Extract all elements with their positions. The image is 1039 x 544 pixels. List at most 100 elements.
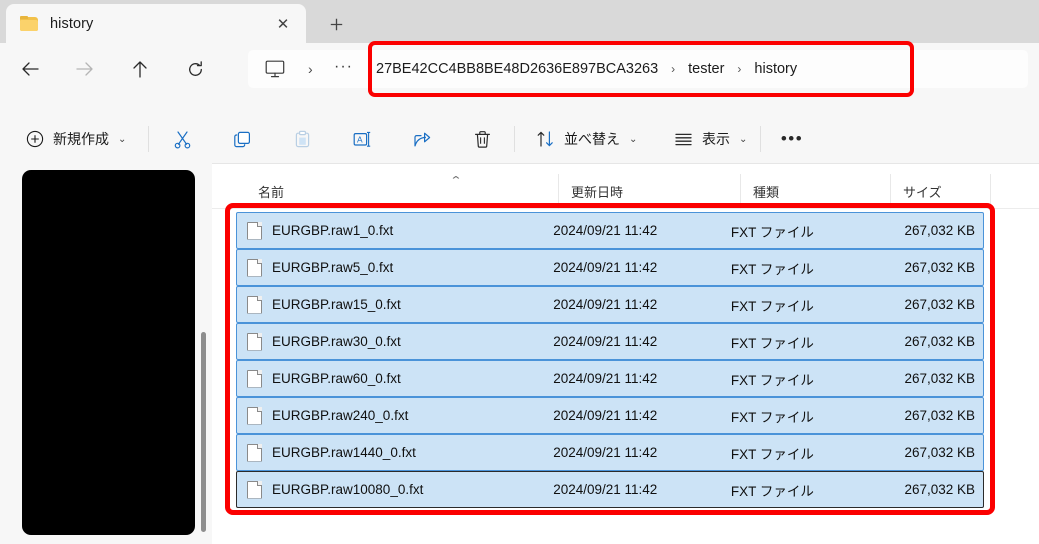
rename-icon: A: [352, 130, 373, 149]
column-header-size[interactable]: サイズ: [890, 174, 990, 209]
sort-arrows-icon: [536, 130, 555, 148]
file-type: FXT ファイル: [730, 224, 814, 240]
tab-strip: history ✕: [0, 0, 1039, 43]
file-type: FXT ファイル: [730, 335, 814, 351]
tab-history[interactable]: history ✕: [6, 4, 306, 43]
table-row[interactable]: EURGBP.raw1_0.fxt 2024/09/21 11:42 FXT ファイ…: [236, 212, 984, 249]
file-date: 2024/09/21 11:42: [553, 334, 658, 349]
toolbar-divider: [514, 126, 515, 152]
table-row[interactable]: EURGBP.raw10080_0.fxt 2024/09/21 11:42 FXT…: [236, 471, 984, 508]
monitor-icon[interactable]: [265, 60, 285, 78]
sort-ascending-caret-icon: ⌃: [449, 175, 463, 187]
chevron-down-icon[interactable]: ⌄: [118, 134, 126, 145]
copy-icon: [233, 130, 252, 149]
table-row[interactable]: EURGBP.raw1440_0.fxt 2024/09/21 11:42 FXT …: [236, 434, 984, 471]
file-date: 2024/09/21 11:42: [553, 482, 658, 497]
file-type: FXT ファイル: [730, 261, 814, 277]
file-name: EURGBP.raw15_0.fxt: [272, 297, 401, 312]
column-header-date-label: 更新日時: [571, 185, 624, 200]
file-size: 267,032 KB: [904, 334, 975, 349]
table-row[interactable]: EURGBP.raw15_0.fxt 2024/09/21 11:42 FXT ファ…: [236, 286, 984, 323]
file-icon: [247, 221, 262, 240]
file-icon: [247, 369, 262, 388]
table-row[interactable]: EURGBP.raw30_0.fxt 2024/09/21 11:42 FXT ファ…: [236, 323, 984, 360]
view-button[interactable]: 表示 ⌄: [666, 123, 755, 155]
file-icon: [247, 295, 262, 314]
refresh-button[interactable]: [178, 52, 212, 86]
trash-icon: [473, 130, 492, 149]
list-view-icon: [674, 131, 693, 148]
column-header-date[interactable]: 更新日時: [558, 174, 740, 209]
arrow-left-icon: [22, 62, 39, 76]
file-date: 2024/09/21 11:42: [553, 445, 658, 460]
ellipsis-icon: •••: [780, 129, 804, 148]
file-date: 2024/09/21 11:42: [553, 260, 658, 275]
view-button-label: 表示: [702, 131, 730, 147]
sort-button[interactable]: 並べ替え ⌄: [528, 123, 645, 155]
navigation-pane-scrollbar[interactable]: [201, 332, 206, 532]
file-icon: [247, 258, 262, 277]
file-name: EURGBP.raw5_0.fxt: [272, 260, 394, 275]
file-list: EURGBP.raw1_0.fxt 2024/09/21 11:42 FXT ファイ…: [236, 212, 984, 508]
new-button[interactable]: 新規作成 ⌄: [18, 123, 134, 155]
rename-button[interactable]: A: [342, 123, 382, 155]
scissors-icon: [173, 130, 192, 149]
column-header-name[interactable]: 名前 ⌃: [246, 174, 558, 209]
sort-button-label: 並べ替え: [564, 131, 620, 147]
plus-icon: [330, 18, 342, 30]
file-size: 267,032 KB: [904, 260, 975, 275]
file-name: EURGBP.raw1440_0.fxt: [272, 445, 416, 460]
copy-button[interactable]: [222, 123, 262, 155]
chevron-down-icon[interactable]: ⌄: [629, 134, 637, 145]
paste-icon: [293, 130, 312, 149]
back-button[interactable]: [13, 52, 47, 86]
redacted-navigation-pane: [22, 170, 195, 535]
forward-button[interactable]: [68, 52, 102, 86]
file-icon: [247, 443, 262, 462]
file-size: 267,032 KB: [904, 445, 975, 460]
file-icon: [247, 406, 262, 425]
delete-button[interactable]: [462, 123, 502, 155]
tab-label: history: [50, 15, 94, 32]
arrow-right-icon: [76, 62, 93, 76]
command-toolbar: [0, 105, 1039, 163]
cut-button[interactable]: [162, 123, 202, 155]
column-header-type-label: 種類: [753, 185, 780, 200]
close-icon[interactable]: ✕: [274, 15, 292, 33]
more-options-button[interactable]: •••: [772, 123, 812, 155]
file-size: 267,032 KB: [904, 482, 975, 497]
breadcrumb-separator[interactable]: ›: [308, 61, 313, 77]
breadcrumb-overflow-icon[interactable]: ···: [334, 58, 353, 76]
file-type: FXT ファイル: [730, 298, 814, 314]
chevron-down-icon[interactable]: ⌄: [739, 134, 747, 145]
file-type: FXT ファイル: [730, 446, 814, 462]
refresh-icon: [188, 60, 202, 76]
breadcrumb-highlight-box: [368, 41, 914, 97]
share-button[interactable]: [402, 123, 442, 155]
file-name: EURGBP.raw240_0.fxt: [272, 408, 409, 423]
table-row[interactable]: EURGBP.raw240_0.fxt 2024/09/21 11:42 FXT フ…: [236, 397, 984, 434]
paste-button[interactable]: [282, 123, 322, 155]
folder-icon: [20, 16, 38, 31]
file-name: EURGBP.raw1_0.fxt: [272, 223, 394, 238]
file-name: EURGBP.raw30_0.fxt: [272, 334, 401, 349]
file-type: FXT ファイル: [730, 483, 814, 499]
file-size: 267,032 KB: [904, 223, 975, 238]
file-icon: [247, 332, 262, 351]
file-date: 2024/09/21 11:42: [553, 297, 658, 312]
file-name: EURGBP.raw10080_0.fxt: [272, 482, 424, 497]
table-row[interactable]: EURGBP.raw5_0.fxt 2024/09/21 11:42 FXT ファイ…: [236, 249, 984, 286]
new-tab-button[interactable]: [322, 10, 350, 38]
arrow-up-icon: [133, 61, 147, 78]
column-header-type[interactable]: 種類: [740, 174, 890, 209]
file-type: FXT ファイル: [730, 409, 814, 425]
share-icon: [412, 130, 432, 149]
up-button[interactable]: [123, 52, 157, 86]
file-size: 267,032 KB: [904, 408, 975, 423]
toolbar-divider: [760, 126, 761, 152]
file-date: 2024/09/21 11:42: [553, 371, 658, 386]
file-type: FXT ファイル: [730, 372, 814, 388]
table-row[interactable]: EURGBP.raw60_0.fxt 2024/09/21 11:42 FXT ファ…: [236, 360, 984, 397]
column-header-spacer: [990, 174, 1039, 209]
file-date: 2024/09/21 11:42: [553, 223, 658, 238]
